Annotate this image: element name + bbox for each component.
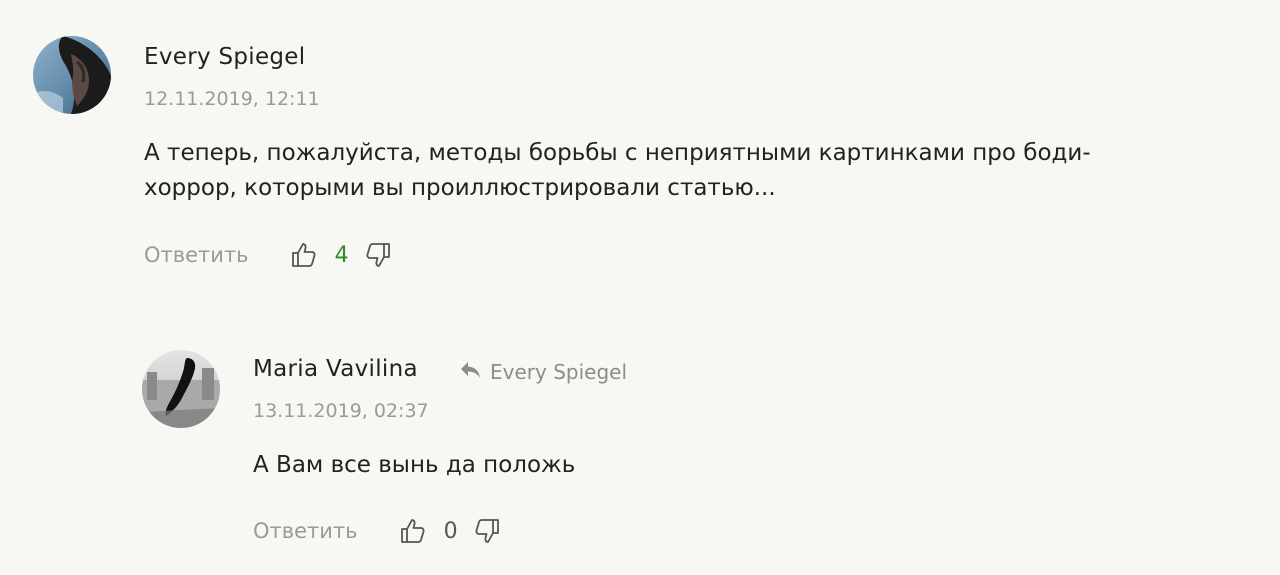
comment-text-line: А Вам все вынь да положь: [253, 452, 576, 478]
reply-comment: Maria Vavilina Every Spiegel 13.11.2019,…: [0, 300, 1280, 575]
likes-count: 0: [443, 518, 458, 544]
author-name[interactable]: Every Spiegel: [144, 44, 305, 70]
avatar[interactable]: [33, 36, 111, 114]
comment-actions: Ответить 4: [144, 240, 393, 270]
likes-count: 4: [334, 242, 349, 268]
thumbs-up-icon[interactable]: [289, 240, 319, 270]
comment-text-line: хоррор, которыми вы проиллюстрировали ст…: [144, 175, 776, 201]
comment-date: 12.11.2019, 12:11: [144, 88, 320, 110]
thumbs-down-icon[interactable]: [363, 240, 393, 270]
reply-to-name: Every Spiegel: [490, 360, 628, 384]
avatar-image: [142, 350, 220, 428]
avatar[interactable]: [142, 350, 220, 428]
reply-to-indicator[interactable]: Every Spiegel: [460, 360, 627, 384]
reply-button[interactable]: Ответить: [144, 243, 249, 267]
author-name[interactable]: Maria Vavilina: [253, 356, 418, 382]
thumbs-up-icon[interactable]: [398, 516, 428, 546]
reply-button[interactable]: Ответить: [253, 519, 358, 543]
comment-actions: Ответить 0: [253, 516, 502, 546]
reply-arrow-icon: [460, 360, 482, 384]
thumbs-down-icon[interactable]: [472, 516, 502, 546]
avatar-image: [33, 36, 111, 114]
comment-text: А Вам все вынь да положь: [253, 448, 1280, 483]
comment-date: 13.11.2019, 02:37: [253, 400, 429, 422]
comment: Every Spiegel 12.11.2019, 12:11 А теперь…: [0, 0, 1280, 290]
comment-text-line: А теперь, пожалуйста, методы борьбы с не…: [144, 140, 1091, 166]
comment-text: А теперь, пожалуйста, методы борьбы с не…: [144, 136, 1204, 206]
